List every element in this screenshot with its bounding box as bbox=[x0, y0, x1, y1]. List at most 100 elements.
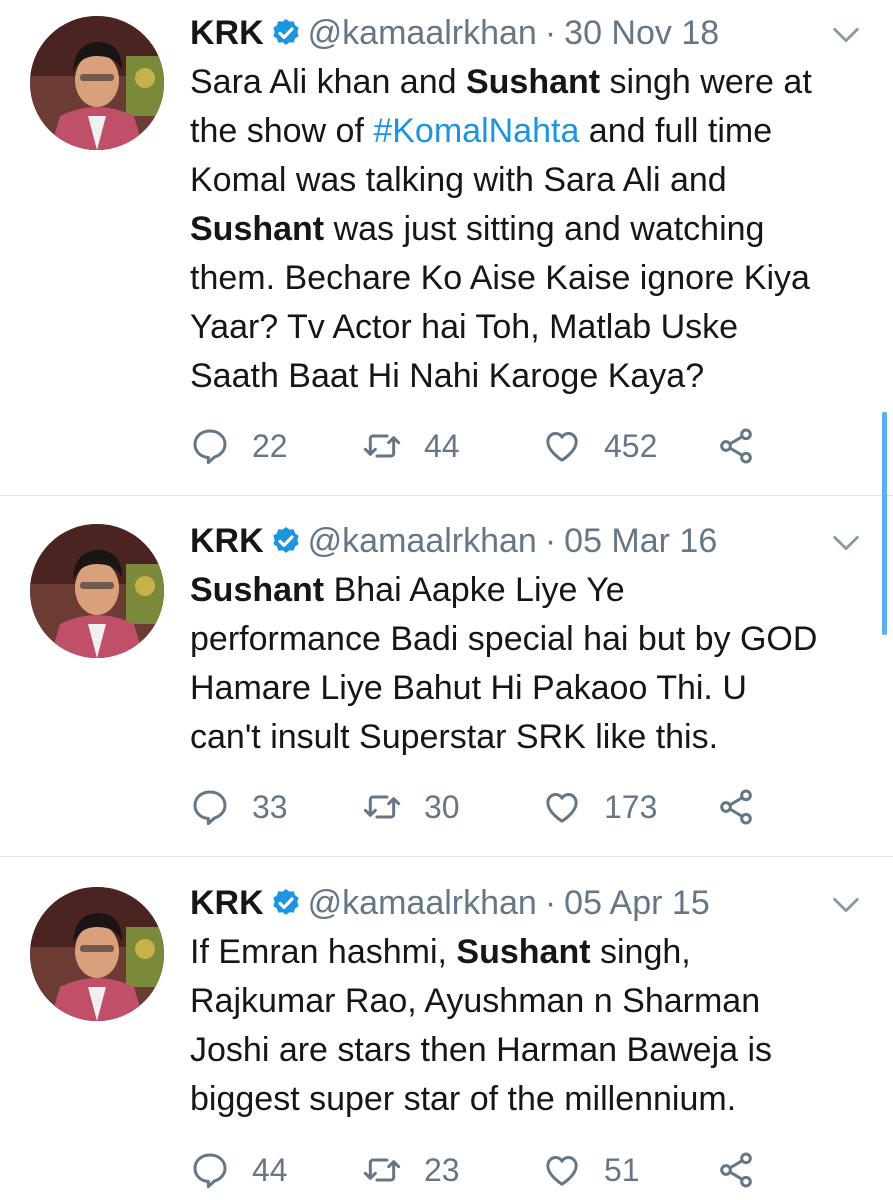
retweet-icon bbox=[363, 434, 401, 458]
highlighted-keyword: Sushant bbox=[465, 63, 601, 101]
retweet-count: 44 bbox=[424, 427, 460, 464]
author-handle[interactable]: @kamaalrkhan bbox=[308, 883, 537, 923]
tweet-text-line: Saath Baat Hi Nahi Karoge Kaya? bbox=[190, 352, 880, 401]
avatar[interactable] bbox=[30, 16, 164, 150]
separator-dot: · bbox=[544, 14, 557, 52]
verified-badge-icon bbox=[273, 889, 299, 915]
like-count: 173 bbox=[604, 788, 658, 825]
text-segment: Bhai Aapke Liye Ye bbox=[324, 571, 625, 609]
text-segment: the show of bbox=[190, 112, 374, 150]
tweet-header: KRK @kamaalrkhan · 30 Nov 18 bbox=[190, 13, 719, 53]
heart-icon bbox=[546, 432, 578, 462]
text-segment: can't insult Superstar SRK like this. bbox=[190, 718, 719, 756]
reply-button[interactable]: 33 bbox=[190, 782, 288, 832]
text-segment: them. Bechare Ko Aise Kaise ignore Kiya bbox=[190, 259, 810, 297]
avatar-image bbox=[30, 16, 164, 150]
tweet-text-line: Yaar? Tv Actor hai Toh, Matlab Uske bbox=[190, 303, 880, 352]
tweet-date[interactable]: 30 Nov 18 bbox=[564, 13, 719, 53]
tweet-text: If Emran hashmi, Sushant singh, Rajkumar … bbox=[190, 928, 880, 1124]
reply-icon bbox=[193, 1153, 227, 1189]
text-segment: singh were at bbox=[600, 63, 812, 101]
author-name[interactable]: KRK bbox=[190, 883, 264, 923]
tweet-text: Sara Ali khan and Sushant singh were at t… bbox=[190, 58, 880, 401]
tweet[interactable]: KRK @kamaalrkhan · 30 Nov 18 Sara Ali kh… bbox=[0, 0, 893, 495]
tweet-text-line: Sushant Bhai Aapke Liye Ye bbox=[190, 566, 880, 615]
author-name[interactable]: KRK bbox=[190, 521, 264, 561]
reply-icon bbox=[193, 790, 227, 826]
author-name[interactable]: KRK bbox=[190, 13, 264, 53]
chevron-down-icon[interactable] bbox=[829, 526, 863, 560]
text-segment: Joshi are stars then Harman Baweja is bbox=[190, 1031, 773, 1069]
retweet-icon bbox=[363, 1158, 401, 1182]
text-segment: was just sitting and watching bbox=[324, 210, 765, 248]
avatar[interactable] bbox=[30, 524, 164, 658]
tweet-text-line: Sushant was just sitting and watching bbox=[190, 205, 880, 254]
text-segment: Yaar? Tv Actor hai Toh, Matlab Uske bbox=[190, 308, 739, 346]
text-segment: Komal was talking with Sara Ali and bbox=[190, 161, 727, 199]
heart-icon bbox=[546, 793, 578, 823]
tweet-feed: KRK @kamaalrkhan · 30 Nov 18 Sara Ali kh… bbox=[0, 0, 893, 1200]
text-segment: If Emran hashmi, bbox=[190, 933, 457, 971]
text-segment: Sara Ali khan and bbox=[190, 63, 466, 101]
share-button[interactable] bbox=[716, 421, 778, 471]
text-segment: Rajkumar Rao, Ayushman n Sharman bbox=[190, 982, 761, 1020]
highlighted-keyword: Sushant bbox=[190, 571, 325, 609]
text-segment: and full time bbox=[579, 112, 773, 150]
author-handle[interactable]: @kamaalrkhan bbox=[308, 521, 537, 561]
reply-icon bbox=[193, 429, 227, 465]
retweet-button[interactable]: 44 bbox=[362, 421, 460, 471]
retweet-button[interactable]: 23 bbox=[362, 1145, 460, 1195]
text-segment: Saath Baat Hi Nahi Karoge Kaya? bbox=[190, 357, 705, 395]
tweet[interactable]: KRK @kamaalrkhan · 05 Apr 15 If Emran ha… bbox=[0, 857, 893, 1200]
share-icon bbox=[720, 428, 752, 464]
like-button[interactable]: 51 bbox=[542, 1145, 640, 1195]
reply-count: 22 bbox=[252, 427, 288, 464]
text-segment: performance Badi special hai but by GOD bbox=[190, 620, 818, 658]
tweet-text-line: Komal was talking with Sara Ali and bbox=[190, 156, 880, 205]
like-count: 51 bbox=[604, 1151, 640, 1188]
retweet-icon bbox=[363, 795, 401, 819]
share-icon bbox=[720, 789, 752, 825]
hashtag-link[interactable]: #KomalNahta bbox=[373, 112, 579, 150]
share-button[interactable] bbox=[716, 1145, 778, 1195]
reply-button[interactable]: 22 bbox=[190, 421, 288, 471]
tweet-text-line: Rajkumar Rao, Ayushman n Sharman bbox=[190, 977, 880, 1026]
tweet-text: Sushant Bhai Aapke Liye Ye performance Ba… bbox=[190, 566, 880, 762]
tweet[interactable]: KRK @kamaalrkhan · 05 Mar 16 Sushant Bha… bbox=[0, 496, 893, 856]
share-icon bbox=[720, 1152, 752, 1188]
chevron-down-icon[interactable] bbox=[829, 888, 863, 922]
verified-badge-icon bbox=[273, 19, 299, 45]
verified-badge-icon bbox=[273, 527, 299, 553]
retweet-count: 23 bbox=[424, 1151, 460, 1188]
tweet-text-line: If Emran hashmi, Sushant singh, bbox=[190, 928, 880, 977]
chevron-down-icon[interactable] bbox=[829, 18, 863, 52]
tweet-text-line: biggest super star of the millennium. bbox=[190, 1075, 880, 1124]
heart-icon bbox=[546, 1156, 578, 1186]
reply-button[interactable]: 44 bbox=[190, 1145, 288, 1195]
author-handle[interactable]: @kamaalrkhan bbox=[308, 13, 537, 53]
highlighted-keyword: Sushant bbox=[456, 933, 591, 971]
separator-dot: · bbox=[544, 522, 557, 560]
highlighted-keyword: Sushant bbox=[190, 210, 325, 248]
tweet-text-line: Sara Ali khan and Sushant singh were at bbox=[190, 58, 880, 107]
text-segment: Hamare Liye Bahut Hi Pakaoo Thi. U bbox=[190, 669, 747, 707]
tweet-date[interactable]: 05 Apr 15 bbox=[564, 883, 710, 923]
tweet-header: KRK @kamaalrkhan · 05 Apr 15 bbox=[190, 883, 710, 923]
avatar[interactable] bbox=[30, 887, 164, 1021]
reply-count: 33 bbox=[252, 788, 288, 825]
retweet-count: 30 bbox=[424, 788, 460, 825]
tweet-text-line: Hamare Liye Bahut Hi Pakaoo Thi. U bbox=[190, 664, 880, 713]
like-button[interactable]: 452 bbox=[542, 421, 657, 471]
tweet-text-line: Joshi are stars then Harman Baweja is bbox=[190, 1026, 880, 1075]
like-button[interactable]: 173 bbox=[542, 782, 657, 832]
text-segment: biggest super star of the millennium. bbox=[190, 1080, 737, 1118]
avatar-image bbox=[30, 887, 164, 1021]
like-count: 452 bbox=[604, 427, 658, 464]
tweet-text-line: the show of #KomalNahta and full time bbox=[190, 107, 880, 156]
share-button[interactable] bbox=[716, 782, 778, 832]
reply-count: 44 bbox=[252, 1151, 288, 1188]
tweet-date[interactable]: 05 Mar 16 bbox=[564, 521, 717, 561]
scrollbar-thumb[interactable] bbox=[882, 412, 887, 635]
tweet-header: KRK @kamaalrkhan · 05 Mar 16 bbox=[190, 521, 717, 561]
retweet-button[interactable]: 30 bbox=[362, 782, 460, 832]
